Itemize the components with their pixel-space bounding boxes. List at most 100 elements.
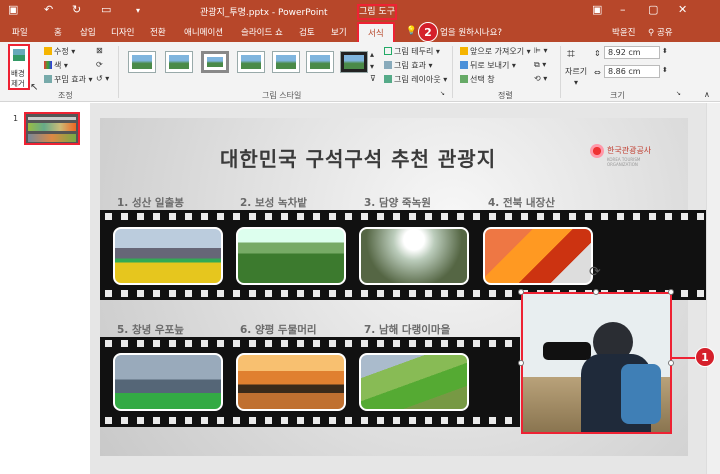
bring-forward-icon bbox=[460, 47, 468, 55]
crop-button[interactable]: 자르기 bbox=[565, 66, 587, 77]
photo-seongsan[interactable] bbox=[113, 227, 223, 285]
picture-effects-label: 그림 효과 bbox=[394, 61, 426, 70]
maximize-icon[interactable]: ▢ bbox=[648, 3, 658, 16]
resize-handle-top-left[interactable] bbox=[518, 289, 524, 295]
group-objects-icon[interactable]: ⧉ ▾ bbox=[534, 60, 546, 70]
tab-home[interactable]: 홈 bbox=[54, 26, 62, 38]
ribbon-display-icon[interactable]: ▣ bbox=[592, 3, 602, 16]
width-spin-icon[interactable]: ⬍ bbox=[662, 66, 668, 74]
group-separator bbox=[118, 46, 119, 98]
send-backward-button[interactable]: 뒤로 보내기 ▾ bbox=[460, 60, 516, 71]
slide-thumbnail-1[interactable] bbox=[24, 112, 80, 145]
tell-me-box[interactable]: 업을 원하시나요? bbox=[440, 26, 502, 38]
redo-icon[interactable]: ↻ bbox=[72, 3, 81, 16]
picture-border-icon bbox=[384, 47, 392, 55]
customize-qat-icon[interactable]: ▾ bbox=[136, 6, 140, 15]
caption-1: 1. 성산 일출봉 bbox=[117, 197, 184, 209]
resize-handle-left[interactable] bbox=[518, 360, 524, 366]
group-label-arrange: 정렬 bbox=[498, 91, 513, 100]
ribbon-tab-bar: 파일 홈 삽입 디자인 전환 애니메이션 슬라이드 쇼 검토 보기 서식 💡 업… bbox=[0, 22, 720, 42]
tourism-logo: 한국관광공사 KOREA TOURISM ORGANIZATION bbox=[590, 141, 660, 169]
picture-effects-button[interactable]: 그림 효과 ▾ bbox=[384, 60, 433, 71]
rotate-handle-icon[interactable]: ⟳ bbox=[589, 264, 601, 280]
remove-background-icon bbox=[13, 49, 25, 61]
picture-border-label: 그림 테두리 bbox=[394, 47, 434, 56]
tab-view[interactable]: 보기 bbox=[331, 26, 347, 38]
corrections-button[interactable]: 수정 ▾ bbox=[44, 46, 75, 57]
picture-style-2[interactable] bbox=[165, 51, 193, 73]
width-field[interactable]: 8.86 cm bbox=[604, 65, 660, 78]
tab-review[interactable]: 검토 bbox=[299, 26, 315, 38]
remove-background-button[interactable]: 배경 제거 bbox=[8, 44, 30, 90]
picture-border-button[interactable]: 그림 테두리 ▾ bbox=[384, 46, 440, 57]
picture-effects-icon bbox=[384, 61, 392, 69]
group-label-size: 크기 bbox=[610, 91, 625, 100]
tab-file[interactable]: 파일 bbox=[12, 26, 28, 38]
reset-picture-icon[interactable]: ↺ ▾ bbox=[96, 74, 109, 83]
tab-insert[interactable]: 삽입 bbox=[80, 26, 96, 38]
minimize-icon[interactable]: – bbox=[620, 3, 626, 16]
resize-handle-right[interactable] bbox=[668, 360, 674, 366]
styles-more-icon[interactable]: ⊽ bbox=[370, 74, 376, 83]
caption-2: 2. 보성 녹차밭 bbox=[240, 197, 307, 209]
compress-pictures-icon[interactable]: ⊠ bbox=[96, 46, 103, 55]
height-field[interactable]: 8.92 cm bbox=[604, 46, 660, 59]
styles-scroll-up-icon[interactable]: ▴ bbox=[370, 50, 374, 59]
tab-design[interactable]: 디자인 bbox=[111, 26, 134, 38]
rotate-icon[interactable]: ⟲ ▾ bbox=[534, 74, 547, 83]
picture-style-5[interactable] bbox=[272, 51, 300, 73]
slide-title[interactable]: 대한민국 구석구석 추천 관광지 bbox=[220, 143, 496, 172]
picture-style-6[interactable] bbox=[306, 51, 334, 73]
tab-animations[interactable]: 애니메이션 bbox=[184, 26, 223, 38]
callout-2: 2 bbox=[418, 22, 438, 42]
save-icon[interactable]: ▣ bbox=[8, 3, 18, 16]
resize-handle-top-right[interactable] bbox=[668, 289, 674, 295]
tab-transitions[interactable]: 전환 bbox=[150, 26, 166, 38]
bring-forward-button[interactable]: 앞으로 가져오기 ▾ bbox=[460, 46, 531, 57]
tab-format[interactable]: 서식 bbox=[357, 22, 395, 42]
callout-1: 1 bbox=[695, 347, 715, 367]
slideshow-icon[interactable]: ▭ bbox=[101, 3, 111, 16]
share-label: 공유 bbox=[656, 28, 673, 38]
share-button[interactable]: ⚲ 공유 bbox=[648, 26, 673, 38]
color-button[interactable]: 색 ▾ bbox=[44, 60, 68, 71]
send-backward-label: 뒤로 보내기 bbox=[470, 61, 510, 70]
width-icon: ⇔ bbox=[594, 68, 601, 77]
change-picture-icon[interactable]: ⟳ bbox=[96, 60, 103, 69]
picture-style-7[interactable] bbox=[340, 51, 368, 73]
photo-darangi[interactable] bbox=[359, 353, 469, 411]
photo-upo[interactable] bbox=[113, 353, 223, 411]
picture-style-4[interactable] bbox=[237, 51, 265, 73]
align-icon[interactable]: ⊫ ▾ bbox=[534, 46, 548, 55]
close-icon[interactable]: ✕ bbox=[678, 3, 687, 16]
color-icon bbox=[44, 61, 52, 69]
photo-boseong[interactable] bbox=[236, 227, 346, 285]
group-separator bbox=[560, 46, 561, 98]
styles-dialog-launcher-icon[interactable]: ↘ bbox=[440, 90, 445, 97]
undo-icon[interactable]: ↶ bbox=[44, 3, 53, 16]
group-separator bbox=[452, 46, 453, 98]
artistic-effects-button[interactable]: 꾸밈 효과 ▾ bbox=[44, 74, 93, 85]
user-name[interactable]: 박윤진 bbox=[612, 26, 635, 38]
size-dialog-launcher-icon[interactable]: ↘ bbox=[676, 90, 681, 97]
picture-style-3[interactable] bbox=[201, 51, 229, 73]
crop-icon[interactable]: ⌗ bbox=[567, 46, 575, 62]
styles-scroll-down-icon[interactable]: ▾ bbox=[370, 62, 374, 71]
resize-handle-top[interactable] bbox=[593, 289, 599, 295]
height-icon: ⇕ bbox=[594, 49, 601, 58]
slide-thumbnail-panel bbox=[0, 103, 90, 474]
photo-damyang[interactable] bbox=[359, 227, 469, 285]
photo-dumulmeori[interactable] bbox=[236, 353, 346, 411]
picture-style-1[interactable] bbox=[128, 51, 156, 73]
tab-slideshow[interactable]: 슬라이드 쇼 bbox=[241, 26, 283, 38]
photo-naejangsan[interactable] bbox=[483, 227, 593, 285]
selected-photographer-image[interactable] bbox=[521, 292, 672, 434]
selection-pane-button[interactable]: 선택 창 bbox=[460, 74, 495, 85]
group-label-adjust: 조정 bbox=[58, 91, 73, 100]
height-spin-icon[interactable]: ⬍ bbox=[662, 47, 668, 55]
vertical-scrollbar[interactable] bbox=[706, 103, 720, 474]
bring-forward-label: 앞으로 가져오기 bbox=[470, 47, 525, 56]
collapse-ribbon-icon[interactable]: ∧ bbox=[704, 90, 710, 99]
crop-dropdown-icon[interactable]: ▾ bbox=[574, 78, 578, 87]
picture-layout-button[interactable]: 그림 레이아웃 ▾ bbox=[384, 74, 447, 85]
